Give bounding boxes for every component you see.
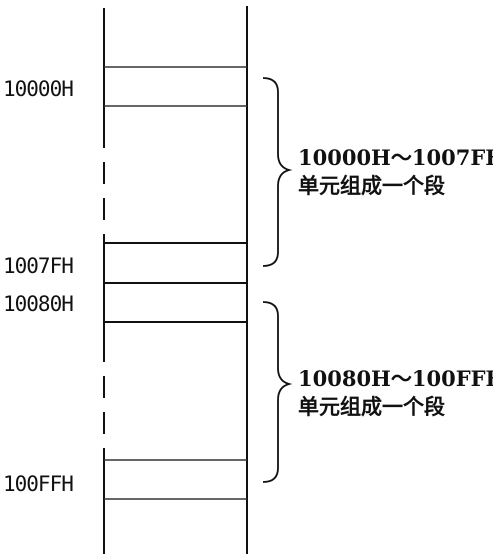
segment-2-brace	[262, 301, 293, 483]
segment-1-description: 10000H～1007FH 单元组成一个段	[298, 144, 493, 200]
memory-segment-diagram: 10000H 1007FH 10080H 100FFH 10000H～1007F…	[0, 0, 493, 556]
segment-1-caption: 单元组成一个段	[298, 173, 445, 198]
address-label-10000h: 10000H	[3, 77, 74, 101]
memory-column-drawing	[103, 6, 293, 554]
address-label-1007fh: 1007FH	[3, 254, 74, 278]
segment-2-caption: 单元组成一个段	[298, 394, 445, 419]
address-label-100ffh: 100FFH	[3, 472, 74, 496]
segment-2-description: 10080H～100FFH 单元组成一个段	[298, 365, 493, 421]
address-label-10080h: 10080H	[3, 292, 74, 316]
segment-2-range: 10080H～100FFH	[298, 366, 493, 391]
segment-1-brace	[262, 77, 293, 267]
segment-1-range: 10000H～1007FH	[298, 145, 493, 170]
